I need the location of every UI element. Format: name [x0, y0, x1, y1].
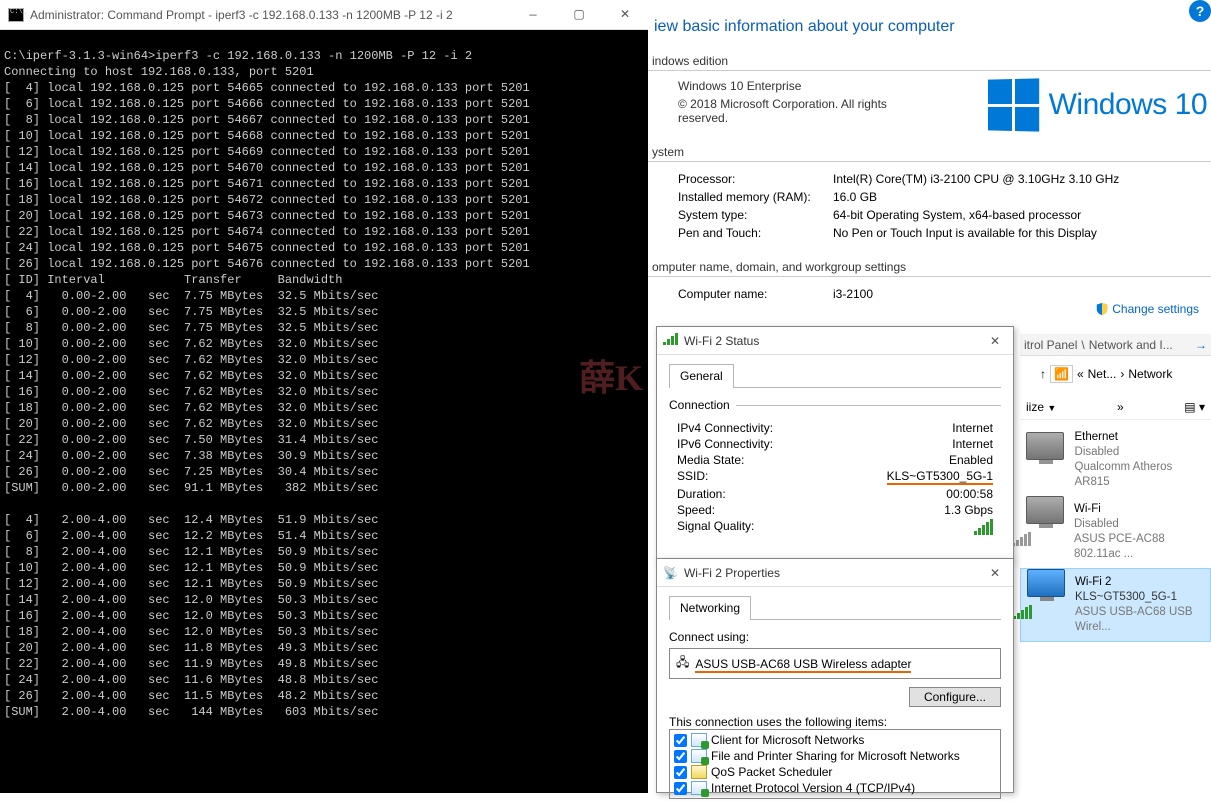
service-icon [691, 733, 707, 747]
ssid-label: SSID: [677, 469, 708, 485]
tab-general[interactable]: General [669, 364, 734, 388]
pentouch-label: Pen and Touch: [678, 226, 833, 240]
uses-items-label: This connection uses the following items… [669, 715, 1001, 729]
network-connections-list: EthernetDisabledQualcomm Atheros AR815 Wi… [1020, 424, 1211, 642]
service-icon [691, 749, 707, 763]
duration-label: Duration: [677, 487, 726, 501]
edition-section-label: indows edition [648, 48, 1211, 71]
adapter-name: ASUS USB-AC68 USB Wireless adapter [695, 657, 911, 673]
configure-button[interactable]: Configure... [909, 687, 1001, 707]
ipv4-value: Internet [952, 421, 993, 435]
windows-logo-text: Windows 10 [1049, 88, 1207, 122]
explorer-toolbar: iize ▼ » ▤ ▾ [1020, 394, 1211, 420]
wifi-status-titlebar[interactable]: Wi-Fi 2 Status ✕ [657, 327, 1013, 355]
processor-label: Processor: [678, 172, 833, 186]
change-settings-link[interactable]: Change settings [1095, 302, 1199, 316]
tab-networking[interactable]: Networking [669, 596, 751, 620]
item-checkbox[interactable] [674, 734, 687, 747]
network-card-icon: 🖧 [676, 653, 689, 674]
item-checkbox[interactable] [674, 750, 687, 763]
explorer-breadcrumb-1[interactable]: itrol Panel\ Network and I... → [1020, 334, 1211, 356]
command-prompt-window: Administrator: Command Prompt - iperf3 -… [0, 0, 648, 793]
minimize-button[interactable]: — [510, 0, 556, 29]
signal-label: Signal Quality: [677, 519, 754, 535]
organize-button[interactable]: iize [1026, 400, 1044, 414]
explorer-breadcrumb-2[interactable]: ↑ 📶 « Net... › Network [1040, 362, 1211, 386]
ipv6-value: Internet [952, 437, 993, 451]
network-item-text: Wi-Fi 2KLS~GT5300_5G-1ASUS USB-AC68 USB … [1075, 575, 1204, 635]
close-button[interactable]: ✕ [983, 334, 1007, 348]
help-icon[interactable]: ? [1189, 0, 1211, 22]
connection-item-row[interactable]: QoS Packet Scheduler [672, 764, 998, 780]
view-options-button[interactable]: ▤ ▾ [1184, 400, 1205, 414]
service-icon [691, 765, 707, 779]
connection-item-row[interactable]: File and Printer Sharing for Microsoft N… [672, 748, 998, 764]
wifi-icon [663, 333, 678, 348]
connection-item-row[interactable]: Client for Microsoft Networks [672, 732, 998, 748]
pentouch-value: No Pen or Touch Input is available for t… [833, 226, 1211, 240]
item-label: Client for Microsoft Networks [711, 733, 864, 747]
computer-name-label: Computer name: [678, 287, 833, 301]
network-connection-item[interactable]: Wi-Fi 2KLS~GT5300_5G-1ASUS USB-AC68 USB … [1020, 568, 1211, 642]
media-value: Enabled [949, 453, 993, 467]
cmd-output[interactable]: C:\iperf-3.1.3-win64>iperf3 -c 192.168.0… [0, 30, 648, 722]
network-connection-item[interactable]: EthernetDisabledQualcomm Atheros AR815 [1020, 424, 1211, 496]
copyright: © 2018 Microsoft Corporation. All rights… [678, 97, 888, 125]
systype-value: 64-bit Operating System, x64-based proce… [833, 208, 1211, 222]
ssid-value: KLS~GT5300_5G-1 [887, 469, 993, 485]
wifi-status-dialog: Wi-Fi 2 Status ✕ General Connection IPv4… [656, 326, 1014, 561]
adapter-field[interactable]: 🖧 ASUS USB-AC68 USB Wireless adapter [669, 648, 1001, 679]
item-label: File and Printer Sharing for Microsoft N… [711, 749, 960, 763]
wifi-props-titlebar[interactable]: 📡 Wi-Fi 2 Properties ✕ [657, 559, 1013, 587]
connect-using-label: Connect using: [669, 630, 1001, 644]
ipv4-label: IPv4 Connectivity: [677, 421, 773, 435]
windows-logo: Windows 10 [987, 79, 1211, 131]
cmd-icon [8, 8, 24, 22]
shield-icon [1095, 302, 1109, 316]
cmd-titlebar[interactable]: Administrator: Command Prompt - iperf3 -… [0, 0, 648, 30]
adapter-icon: 📡 [663, 566, 678, 580]
network-item-text: EthernetDisabledQualcomm Atheros AR815 [1075, 430, 1205, 490]
wifi-properties-dialog: 📡 Wi-Fi 2 Properties ✕ Networking Connec… [656, 558, 1014, 793]
windows-flag-icon [988, 78, 1039, 131]
nav-up-icon[interactable]: ↑ [1040, 367, 1046, 381]
connection-section-label: Connection [669, 398, 736, 412]
processor-value: Intel(R) Core(TM) i3-2100 CPU @ 3.10GHz … [833, 172, 1211, 186]
computer-name-value: i3-2100 [833, 287, 1211, 301]
wifi-icon [1027, 575, 1065, 607]
ram-label: Installed memory (RAM): [678, 190, 833, 204]
duration-value: 00:00:58 [946, 487, 993, 501]
chevron-down-icon[interactable]: ▼ [1047, 403, 1056, 413]
ram-value: 16.0 GB [833, 190, 1211, 204]
close-button[interactable]: ✕ [983, 566, 1007, 580]
ipv6-label: IPv6 Connectivity: [677, 437, 773, 451]
connection-items-list[interactable]: Client for Microsoft Networks File and Pr… [669, 729, 1001, 799]
speed-value: 1.3 Gbps [944, 503, 993, 517]
wifi-icon [1026, 502, 1064, 534]
maximize-button[interactable]: ▢ [556, 0, 602, 29]
item-checkbox[interactable] [674, 766, 687, 779]
item-label: QoS Packet Scheduler [711, 765, 832, 779]
close-button[interactable]: ✕ [602, 0, 648, 29]
systype-label: System type: [678, 208, 833, 222]
ethernet-icon [1026, 430, 1065, 462]
media-label: Media State: [677, 453, 744, 467]
cmd-title: Administrator: Command Prompt - iperf3 -… [30, 7, 510, 23]
system-heading: iew basic information about your compute… [648, 8, 1211, 48]
windows-edition: Windows 10 Enterprise [678, 79, 888, 93]
speed-label: Speed: [677, 503, 715, 517]
connection-item-row[interactable]: Internet Protocol Version 4 (TCP/IPv4) [672, 780, 998, 796]
signal-bars-icon [974, 519, 993, 535]
network-connection-item[interactable]: Wi-FiDisabledASUS PCE-AC88 802.11ac ... [1020, 496, 1211, 568]
chevron-right-icon[interactable]: → [1195, 338, 1207, 352]
computer-name-section-label: omputer name, domain, and workgroup sett… [648, 254, 1211, 277]
network-item-text: Wi-FiDisabledASUS PCE-AC88 802.11ac ... [1074, 502, 1205, 562]
system-section-label: ystem [648, 139, 1211, 162]
